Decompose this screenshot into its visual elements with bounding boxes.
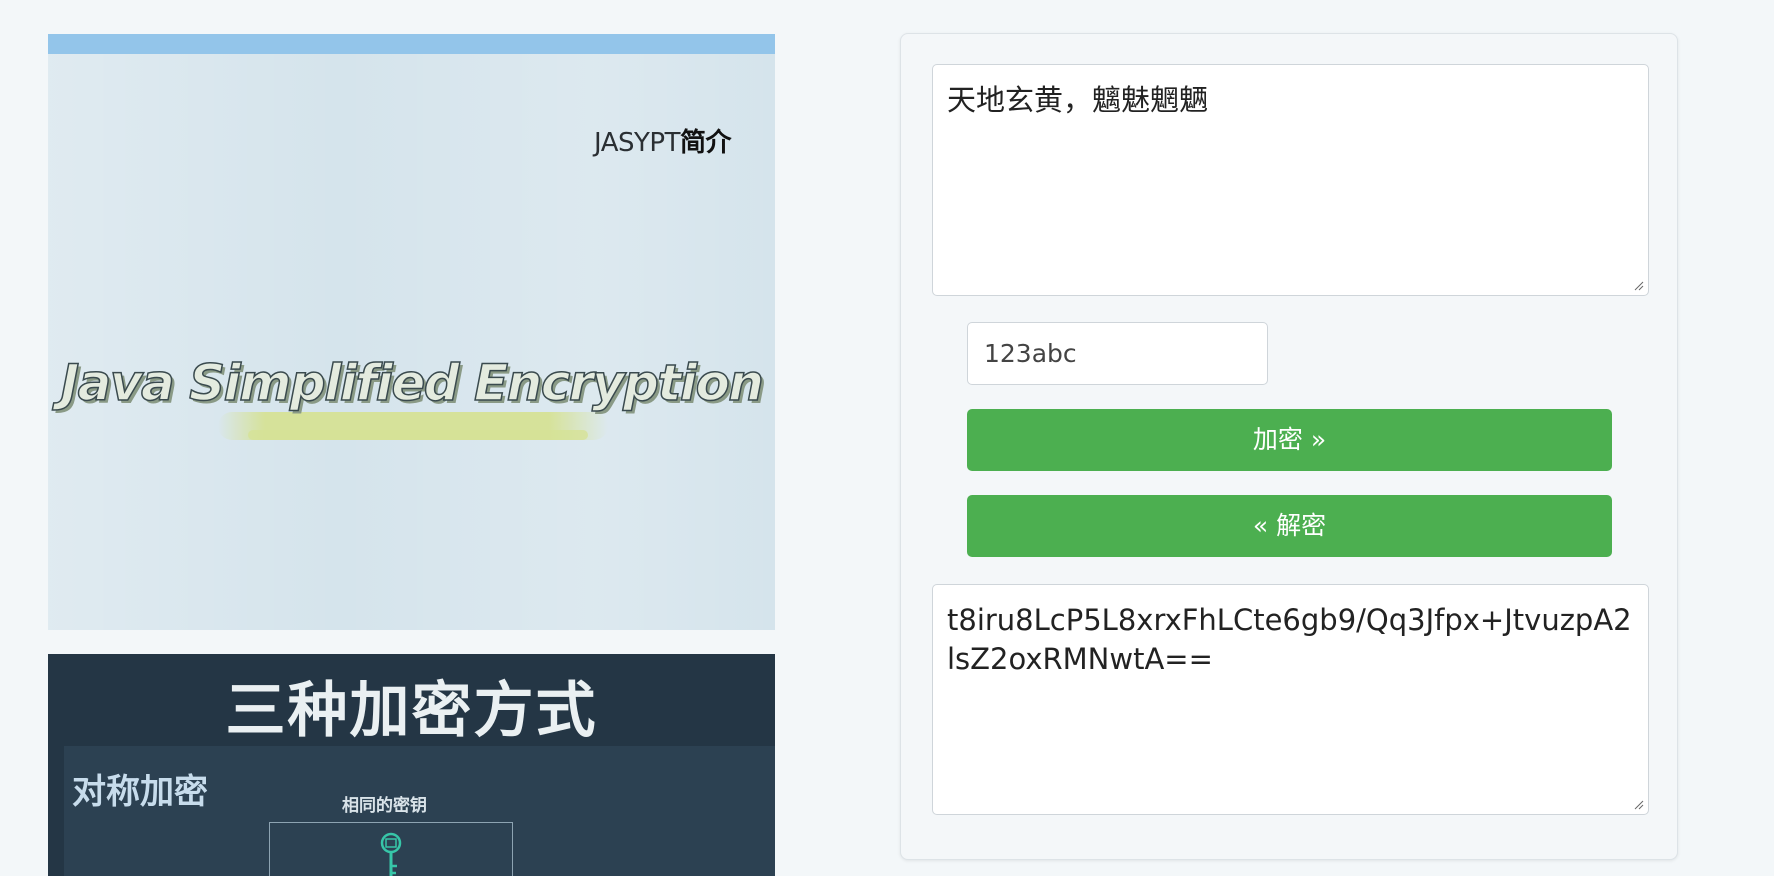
jasypt-intro-image: JASYPT简介 Java Simplified Encryption — [48, 34, 775, 630]
image-brand-heading: JASYPT简介 — [594, 122, 731, 159]
password-value: 123abc — [984, 339, 1077, 368]
image-top-bar — [48, 34, 775, 54]
resize-grip-icon[interactable] — [1634, 800, 1644, 810]
resize-grip-icon[interactable] — [1634, 281, 1644, 291]
slide-key-label: 相同的密钥 — [342, 796, 427, 816]
key-icon — [380, 832, 402, 876]
plaintext-value: 天地玄黄，魑魅魍魉 — [947, 83, 1209, 117]
brand-light-text: JASYPT — [594, 128, 680, 158]
encrypt-form-card: 天地玄黄，魑魅魍魉 123abc 加密 » « 解密 t8iru8LcP5L8x… — [900, 33, 1678, 860]
highlight-swash-lower — [248, 430, 588, 440]
decrypt-button[interactable]: « 解密 — [967, 495, 1612, 557]
brand-bold-text: 简介 — [679, 128, 732, 158]
ciphertext-value: t8iru8LcP5L8xrxFhLCte6gb9/Qq3Jfpx+Jtvuzp… — [947, 603, 1632, 676]
image-title: Java Simplified Encryption — [60, 353, 765, 413]
password-input[interactable]: 123abc — [967, 322, 1268, 385]
ciphertext-textarea[interactable]: t8iru8LcP5L8xrxFhLCte6gb9/Qq3Jfpx+Jtvuzp… — [932, 584, 1649, 815]
encryption-types-slide: 三种加密方式 对称加密 相同的密钥 — [48, 654, 775, 876]
encrypt-button[interactable]: 加密 » — [967, 409, 1612, 471]
slide-section-label: 对称加密 — [72, 772, 208, 812]
slide-title: 三种加密方式 — [225, 676, 598, 746]
plaintext-textarea[interactable]: 天地玄黄，魑魅魍魉 — [932, 64, 1649, 296]
